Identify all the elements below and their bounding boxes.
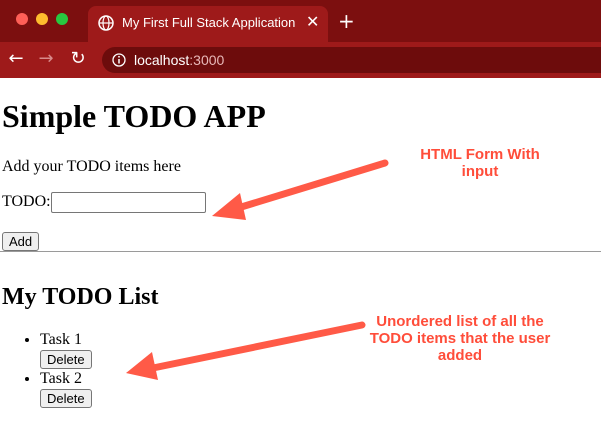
delete-button[interactable]: Delete xyxy=(40,389,92,408)
tab-strip: My First Full Stack Application ✕ + xyxy=(0,0,601,42)
globe-icon xyxy=(98,15,114,31)
intro-text: Add your TODO items here xyxy=(2,158,181,175)
url-host: localhost xyxy=(134,52,190,68)
page-content: Simple TODO APP Add your TODO items here… xyxy=(0,78,601,433)
browser-toolbar: ← → ↻ localhost:3000 xyxy=(0,42,601,78)
add-button[interactable]: Add xyxy=(2,232,40,251)
todo-item-label: Task 1 xyxy=(40,331,82,348)
reload-icon[interactable]: ↻ xyxy=(68,49,88,69)
todo-form: TODO: xyxy=(2,192,206,213)
todo-label: TODO: xyxy=(2,193,51,211)
todo-list: Task 1 Delete Task 2 Delete xyxy=(0,331,92,409)
list-item: Task 2 Delete xyxy=(40,370,92,408)
todo-item-label: Task 2 xyxy=(40,370,82,387)
delete-button[interactable]: Delete xyxy=(40,350,92,369)
list-item: Task 1 Delete xyxy=(40,331,92,369)
minimize-window-button[interactable] xyxy=(36,13,48,25)
forward-arrow-icon[interactable]: → xyxy=(36,49,56,69)
divider xyxy=(0,251,601,252)
tab-close-icon[interactable]: ✕ xyxy=(306,12,319,31)
url-port: :3000 xyxy=(189,52,225,68)
tab-title: My First Full Stack Application xyxy=(122,15,296,30)
maximize-window-button[interactable] xyxy=(56,13,68,25)
info-icon[interactable] xyxy=(112,53,126,67)
list-annotation: Unordered list of all the TODO items tha… xyxy=(369,313,551,364)
back-arrow-icon[interactable]: ← xyxy=(6,49,26,69)
todo-input[interactable] xyxy=(50,192,206,213)
form-annotation: HTML Form With input xyxy=(420,146,540,180)
browser-frame: My First Full Stack Application ✕ + ← → … xyxy=(0,0,601,78)
address-bar[interactable]: localhost:3000 xyxy=(102,47,601,73)
list-heading: My TODO List xyxy=(2,284,159,310)
new-tab-button[interactable]: + xyxy=(338,9,355,33)
close-window-button[interactable] xyxy=(16,13,28,25)
browser-tab[interactable]: My First Full Stack Application ✕ xyxy=(88,6,328,42)
url-text: localhost:3000 xyxy=(134,52,224,68)
page-title: Simple TODO APP xyxy=(2,98,266,134)
